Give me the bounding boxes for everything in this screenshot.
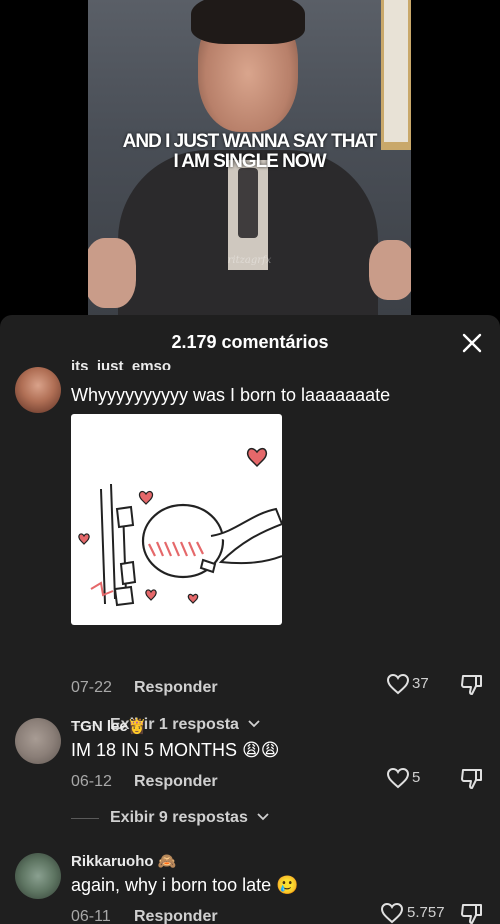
- comment-text: Whyyyyyyyyyy was I born to laaaaaaate: [71, 385, 391, 405]
- reply-button[interactable]: Responder: [134, 679, 218, 697]
- like-count: 37: [412, 675, 429, 692]
- comment-text-emoji: 😩😩: [242, 740, 280, 761]
- close-icon[interactable]: [460, 331, 484, 355]
- comment-username-text: TGN lee: [71, 718, 128, 735]
- heart-icon: [246, 448, 268, 468]
- username-emoji: 👸: [127, 717, 147, 735]
- comment-username-text: Rikkaruoho: [71, 853, 154, 870]
- reply-button[interactable]: Responder: [134, 773, 218, 791]
- comment-date: 07-22: [71, 679, 112, 696]
- person-tie: [238, 168, 258, 238]
- heart-icon[interactable]: [386, 766, 410, 790]
- view-replies-button[interactable]: Exibir 9 respostas: [110, 809, 270, 827]
- heart-icon[interactable]: [386, 672, 410, 696]
- comment-sticker[interactable]: [71, 414, 282, 625]
- comments-panel: 2.179 comentários its_just_emso Whyyyyyy…: [0, 315, 500, 924]
- view-replies-label: Exibir 9 respostas: [110, 809, 248, 826]
- video-caption-line1: AND I JUST WANNA SAY THAT: [122, 131, 378, 152]
- thumbs-down-icon[interactable]: [460, 901, 484, 924]
- sticker-drawing: [78, 448, 282, 607]
- comment-date: 06-12: [71, 773, 112, 790]
- comment-text-emoji: 🥲: [276, 875, 299, 896]
- video-watermark: ritzagrfx: [227, 255, 272, 266]
- background-frame: [381, 0, 411, 150]
- username-emoji: 🙈: [157, 852, 177, 870]
- person-hand-left: [88, 238, 136, 308]
- avatar[interactable]: [15, 367, 61, 413]
- comment-text: again, why i born too late 🥲: [71, 875, 299, 896]
- heart-icon: [187, 593, 199, 604]
- chevron-down-icon: [248, 720, 261, 728]
- chevron-down-icon: [257, 813, 269, 821]
- reply-button[interactable]: Responder: [134, 908, 218, 924]
- comment-text-body: IM 18 IN 5 MONTHS: [71, 740, 238, 760]
- video-frame: AND I JUST WANNA SAY THAT I AM SINGLE NO…: [88, 0, 411, 330]
- heart-icon: [138, 490, 154, 505]
- video-caption-line2: I AM SINGLE NOW: [173, 151, 326, 172]
- video-caption: AND I JUST WANNA SAY THAT I AM SINGLE NO…: [88, 132, 411, 172]
- comment-text: IM 18 IN 5 MONTHS 😩😩: [71, 740, 280, 761]
- heart-icon[interactable]: [380, 901, 404, 924]
- avatar[interactable]: [15, 853, 61, 899]
- comments-count-title: 2.179 comentários: [171, 332, 329, 352]
- replies-divider: [71, 818, 99, 819]
- comment-username[interactable]: Rikkaruoho 🙈: [71, 852, 176, 870]
- heart-icon: [78, 533, 90, 545]
- avatar[interactable]: [15, 718, 61, 764]
- person-hair: [191, 0, 305, 44]
- like-count: 5: [412, 769, 421, 786]
- like-count: 5.757: [407, 904, 445, 921]
- video-player[interactable]: AND I JUST WANNA SAY THAT I AM SINGLE NO…: [0, 0, 500, 330]
- person-hand-right: [369, 240, 411, 300]
- heart-icon: [145, 589, 157, 601]
- comment-date: 06-11: [71, 908, 111, 924]
- thumbs-down-icon[interactable]: [460, 672, 484, 696]
- thumbs-down-icon[interactable]: [460, 766, 484, 790]
- comment-username[interactable]: TGN lee👸: [71, 717, 146, 735]
- comment-text-body: again, why i born too late: [71, 875, 272, 895]
- comment-username[interactable]: its_just_emso: [71, 360, 171, 370]
